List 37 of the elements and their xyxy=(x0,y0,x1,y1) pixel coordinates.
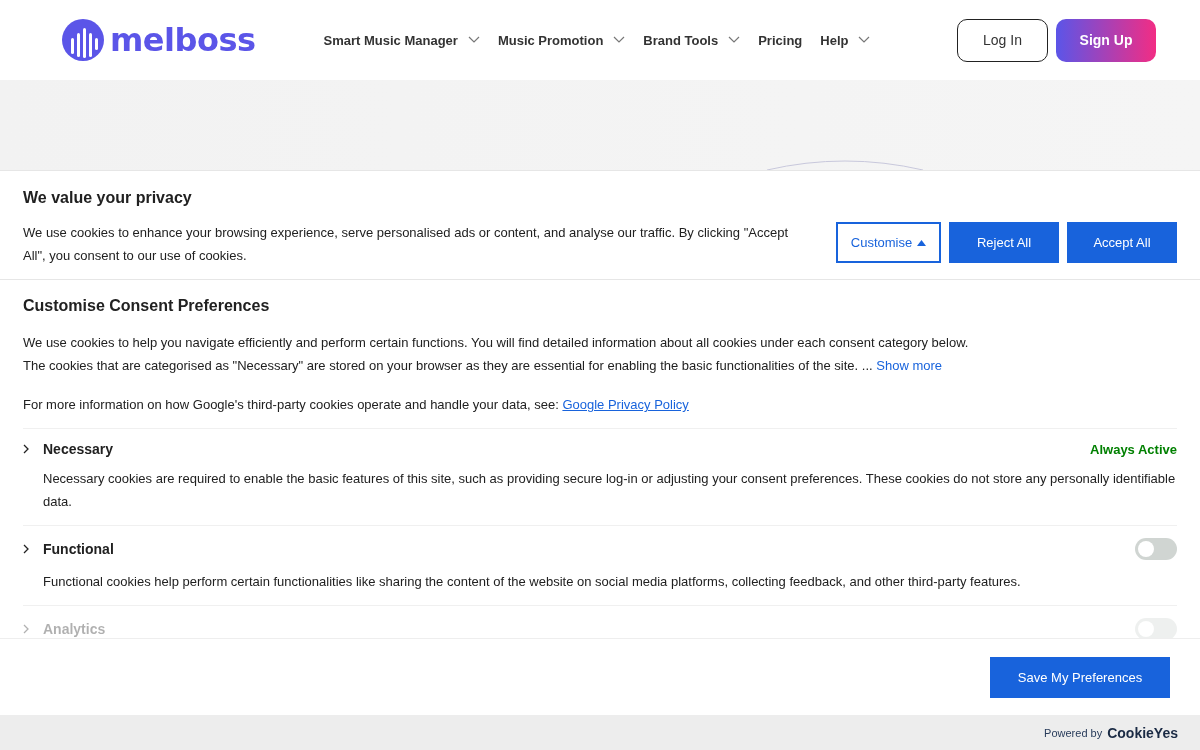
nav-link[interactable]: Smart Music Manager xyxy=(323,32,480,48)
privacy-policy-link[interactable]: Google Privacy Policy xyxy=(562,397,689,412)
category-title[interactable]: Functional xyxy=(43,541,114,557)
powered-by-text: Powered by xyxy=(1044,726,1103,739)
google-text: For more information on how Google's third-party cookies operate and handle your data, see: xyxy=(23,397,559,412)
accept-all-button[interactable]: Accept All xyxy=(1067,222,1177,263)
chevron-down-icon xyxy=(467,36,480,44)
save-preferences-button[interactable]: Save My Preferences xyxy=(990,656,1170,698)
nav-link[interactable]: Music Promotion xyxy=(497,32,626,48)
caret-icon xyxy=(917,239,927,246)
chevron-right-icon xyxy=(23,444,30,454)
status-text: Always Active xyxy=(1090,441,1177,457)
category-description: Necessary cookies are required to enable the basic features of this site, such as providing secure log-in or adjusting your consent preferences. These cookies do not store any personally identifiable data. xyxy=(43,470,1177,511)
logo-text[interactable]: melboss xyxy=(110,21,256,59)
chevron-right-icon xyxy=(23,624,30,634)
reject-all-button[interactable]: Reject All xyxy=(949,222,1059,263)
chevron-right-icon xyxy=(23,544,30,554)
nav-link[interactable]: Brand Tools xyxy=(643,32,741,48)
chevron-down-icon xyxy=(728,36,741,44)
category-description: Functional cookies help perform certain functionalities like sharing the content of the website on social media platforms, collecting feedback, and other third-party features. xyxy=(43,573,1022,591)
customise-button[interactable]: Customise xyxy=(836,222,941,263)
show-more-link[interactable]: Show more xyxy=(876,358,942,373)
chevron-down-icon xyxy=(613,36,626,44)
category-title[interactable]: Necessary xyxy=(43,441,114,457)
intro-text: The cookies that are categorised as "Necessary" are stored on your browser as they are essential for enabling the basic functionalities of the site. ... xyxy=(23,358,873,373)
brand-logo[interactable]: CookieYes xyxy=(1107,724,1178,741)
toggle-switch[interactable] xyxy=(1135,538,1177,560)
intro-text: We use cookies to help you navigate efficiently and perform certain functions. You will find detailed information about all cookies under each consent category below. xyxy=(23,334,970,352)
nav-link[interactable]: Help xyxy=(820,32,871,48)
logo-icon xyxy=(62,19,104,61)
chevron-down-icon xyxy=(858,36,871,44)
nav-link[interactable]: Pricing xyxy=(758,32,803,48)
preferences-title: Customise Consent Preferences xyxy=(23,297,271,315)
banner-text: We use cookies to enhance your browsing experience, serve personalised ads or content, and analyse our traffic. By clicking "Accept All", you consent to our use of cookies. xyxy=(23,224,790,265)
login-button[interactable]: Log In xyxy=(957,18,1048,62)
signup-button[interactable]: Sign Up xyxy=(1056,18,1156,62)
banner-title: We value your privacy xyxy=(23,189,193,207)
